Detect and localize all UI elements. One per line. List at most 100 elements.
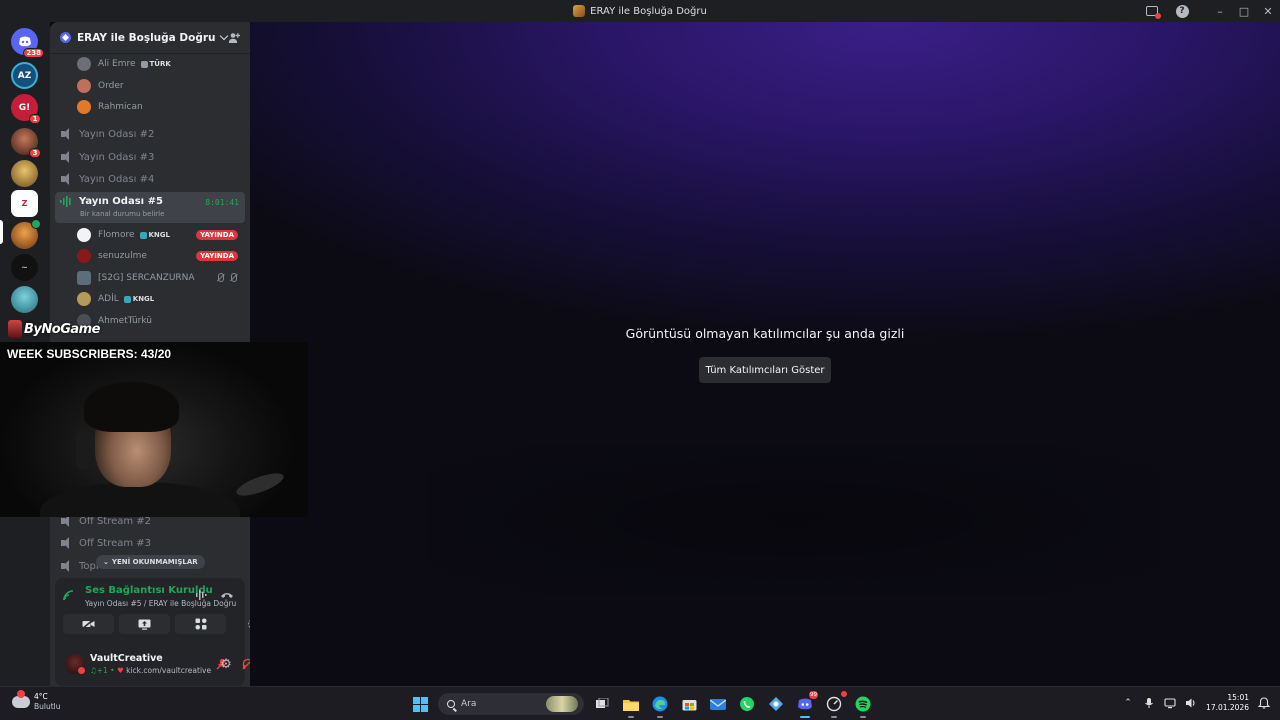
voice-member[interactable]: [S2G] SERCANZURNA: [77, 269, 243, 287]
network-app-button[interactable]: [765, 693, 787, 715]
weather-text: 4°C Bulutlu: [34, 692, 61, 712]
voice-connected-title[interactable]: Ses Bağlantısı Kuruldu: [85, 585, 213, 596]
voice-channel[interactable]: Yayın Odası #3: [55, 146, 245, 168]
noise-suppression-icon[interactable]: [195, 589, 209, 601]
status-prefix: ♫+1 •: [90, 666, 115, 675]
user-panel[interactable]: VaultCreative ♫+1 • ♥ kick.com/vaultcrea…: [63, 650, 250, 680]
sponsor-logo-text: ByNoGame: [24, 321, 101, 337]
chevron-up-icon[interactable]: ⌃: [1122, 697, 1134, 709]
speaker-icon: [60, 173, 73, 185]
voice-channel[interactable]: Yayın Odası #4: [55, 168, 245, 190]
voice-member[interactable]: ADİL KNGL: [77, 290, 243, 308]
discord-icon: [798, 698, 812, 710]
volume-icon[interactable]: [1185, 697, 1197, 709]
server-cyan[interactable]: [11, 286, 38, 313]
background-light: [233, 468, 287, 501]
mute-status: [216, 273, 238, 282]
activities-button[interactable]: [175, 614, 226, 634]
server-icon: [573, 5, 586, 17]
discord-taskbar-button[interactable]: 99: [794, 691, 818, 718]
speaker-icon: [60, 128, 73, 140]
whatsapp-button[interactable]: [736, 693, 758, 715]
live-audio-icon: [60, 196, 71, 207]
server-cartoon[interactable]: [11, 160, 38, 187]
member-name: AhmetTürkü: [98, 316, 152, 326]
folder-icon: [623, 699, 639, 711]
channel-name: Yayın Odası #5: [79, 196, 163, 207]
mail-button[interactable]: [707, 693, 729, 715]
guild-header[interactable]: ERAY ile Boşluğa Doğru: [50, 22, 250, 54]
guild-name: ERAY ile Boşluğa Doğru: [77, 31, 216, 44]
server-dark[interactable]: ~: [11, 254, 38, 281]
start-button[interactable]: [409, 693, 431, 715]
live-badge[interactable]: YAYINDA: [196, 251, 238, 261]
store-button[interactable]: [678, 693, 700, 715]
app-button[interactable]: [823, 691, 847, 718]
search-placeholder: Ara: [461, 699, 477, 709]
direct-messages-button[interactable]: 238: [11, 28, 44, 58]
maximize-button[interactable]: □: [1232, 0, 1256, 22]
voice-member[interactable]: Rahmican: [77, 98, 243, 116]
voice-connected-subtitle[interactable]: Yayın Odası #5 / ERAY ile Boşluğa Doğru: [85, 599, 236, 608]
voice-channel[interactable]: Off Stream #3: [55, 532, 245, 554]
channel-status[interactable]: Bir kanal durumu belirle: [80, 210, 164, 218]
server-gk[interactable]: G! 1: [11, 94, 41, 124]
muted-mic-icon: [216, 273, 225, 282]
voice-member[interactable]: senuzulme YAYINDA: [77, 247, 243, 265]
task-view-button[interactable]: [591, 693, 613, 715]
notification-bell-icon[interactable]: [1258, 697, 1270, 709]
clock[interactable]: 15:01 17.01.2026: [1206, 693, 1249, 713]
server-zuno[interactable]: Z: [11, 190, 38, 217]
file-explorer-button[interactable]: [620, 693, 642, 718]
mail-icon: [710, 698, 726, 710]
avatar: [77, 292, 91, 306]
server-avatar[interactable]: 3: [11, 128, 41, 158]
deafen-button[interactable]: [240, 656, 250, 672]
cloud-icon: [12, 690, 30, 708]
voice-member[interactable]: Flomore KNGL YAYINDA: [77, 226, 243, 244]
voice-member[interactable]: Order: [77, 77, 243, 95]
voice-member[interactable]: Ali Emre TÜRK: [77, 55, 243, 73]
voice-channel-active[interactable]: Yayın Odası #5 Bir kanal durumu belirle …: [55, 192, 245, 223]
weather-temp: 4°C: [34, 692, 48, 701]
taskbar-search[interactable]: Ara: [438, 693, 584, 715]
network-icon[interactable]: [1164, 697, 1176, 709]
help-button[interactable]: ?: [1170, 0, 1194, 22]
unread-jump-button[interactable]: ⌄ YENİ OKUNMAMIŞLAR: [96, 555, 205, 569]
disconnect-icon[interactable]: [220, 589, 234, 601]
user-avatar[interactable]: [65, 654, 86, 675]
spotify-button[interactable]: [852, 693, 874, 718]
inbox-icon: [1146, 6, 1161, 19]
live-badge[interactable]: YAYINDA: [196, 230, 238, 240]
minimize-button[interactable]: –: [1208, 0, 1232, 22]
edge-browser-button[interactable]: [649, 693, 671, 718]
streamer-body: [40, 482, 240, 517]
mention-badge: 238: [23, 48, 44, 58]
edge-icon: [652, 696, 668, 712]
channel-name: Yayın Odası #2: [79, 128, 155, 140]
avatar: [77, 271, 91, 285]
camera-button[interactable]: [63, 614, 114, 634]
taskbar: 4°C Bulutlu Ara 99 ⌃ 15:01 17.01.2026: [0, 686, 1280, 720]
activities-icon: [195, 618, 206, 630]
invite-icon[interactable]: [228, 32, 240, 44]
server-az[interactable]: AZ: [11, 62, 38, 89]
whatsapp-icon: [740, 697, 754, 711]
avatar: [77, 100, 91, 114]
microphone-icon[interactable]: [1143, 697, 1155, 709]
show-all-participants-button[interactable]: Tüm Katılımcıları Göster: [699, 357, 831, 383]
soundboard-button[interactable]: [243, 614, 250, 634]
title-bar: ERAY ile Boşluğa Doğru ? – □ ✕: [0, 0, 1280, 22]
webcam-overlay: [0, 342, 308, 517]
screen-share-button[interactable]: [119, 614, 170, 634]
settings-button[interactable]: ⚙: [218, 656, 234, 672]
weather-widget[interactable]: 4°C Bulutlu: [12, 690, 61, 712]
close-button[interactable]: ✕: [1256, 0, 1280, 22]
avatar: [77, 249, 91, 263]
discord-notification-badge: 99: [809, 691, 818, 699]
voice-channel[interactable]: Yayın Odası #2: [55, 123, 245, 145]
server-active[interactable]: [11, 219, 41, 249]
voice-member[interactable]: AhmetTürkü: [77, 312, 243, 330]
clock-time: 15:01: [1227, 693, 1249, 702]
inbox-button[interactable]: [1140, 0, 1164, 22]
